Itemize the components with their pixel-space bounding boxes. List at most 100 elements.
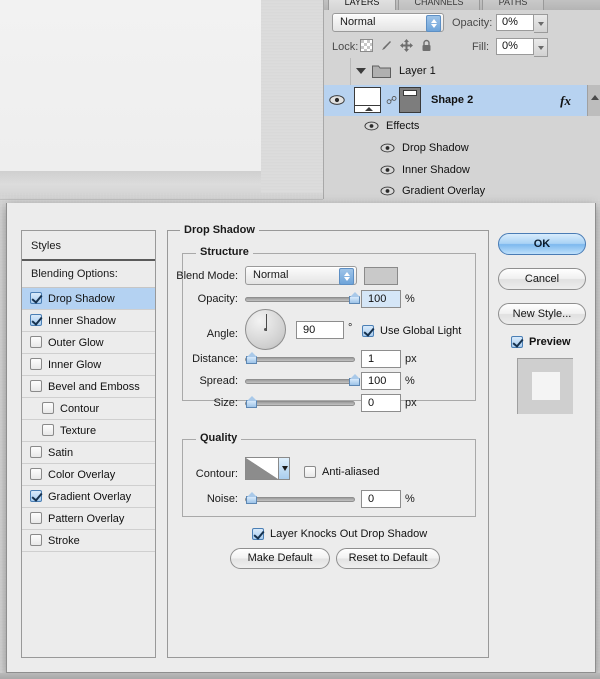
- make-default-button[interactable]: Make Default: [230, 548, 330, 569]
- distance-slider-track[interactable]: [245, 357, 355, 362]
- size-label: Size:: [213, 397, 238, 409]
- checkbox-stroke[interactable]: [30, 534, 42, 546]
- layer-row-shape2[interactable]: ☍ Shape 2 fx: [324, 85, 600, 117]
- brush-icon[interactable]: [380, 39, 393, 52]
- checkbox-inner-shadow[interactable]: [30, 314, 42, 326]
- styles-list-header[interactable]: Styles: [22, 231, 155, 261]
- angle-field[interactable]: 90: [296, 321, 344, 339]
- style-item-gradient-overlay[interactable]: Gradient Overlay: [22, 486, 155, 508]
- spread-slider-track[interactable]: [245, 379, 355, 384]
- tab-layers[interactable]: LAYERS: [328, 0, 396, 10]
- cancel-button[interactable]: Cancel: [498, 268, 586, 290]
- move-icon[interactable]: [400, 39, 413, 52]
- checkbox-outer-glow[interactable]: [30, 336, 42, 348]
- opacity-slider-thumb[interactable]: [349, 292, 360, 304]
- noise-field[interactable]: 0: [361, 490, 401, 508]
- checkbox-satin[interactable]: [30, 446, 42, 458]
- disclosure-triangle-icon[interactable]: [356, 68, 366, 74]
- folder-icon: [372, 63, 391, 78]
- noise-slider-thumb[interactable]: [246, 492, 257, 504]
- layers-panel-tabs: LAYERS CHANNELS PATHS: [324, 0, 600, 10]
- layer-mask-thumbnail[interactable]: [399, 87, 421, 113]
- effect-row-gradient-overlay[interactable]: Gradient Overlay: [324, 182, 600, 199]
- fill-field[interactable]: 0%: [496, 38, 534, 55]
- checkbox-anti-aliased[interactable]: [304, 466, 316, 478]
- distance-slider-thumb[interactable]: [246, 352, 257, 364]
- tab-channels[interactable]: CHANNELS: [398, 0, 480, 10]
- size-slider-track[interactable]: [245, 401, 355, 406]
- noise-slider-track[interactable]: [245, 497, 355, 502]
- style-item-label: Satin: [48, 447, 74, 459]
- checkbox-pattern-overlay[interactable]: [30, 512, 42, 524]
- eye-icon[interactable]: [364, 120, 379, 133]
- checkbox-texture[interactable]: [42, 424, 54, 436]
- effect-row-inner-shadow[interactable]: Inner Shadow: [324, 160, 600, 183]
- group-visibility-cell[interactable]: [324, 58, 351, 85]
- layers-opacity-field[interactable]: 0%: [496, 14, 534, 31]
- lock-icon[interactable]: [420, 39, 433, 52]
- layers-opacity-stepper[interactable]: [534, 14, 548, 33]
- new-style-button[interactable]: New Style...: [498, 303, 586, 325]
- ok-button[interactable]: OK: [498, 233, 586, 255]
- style-item-inner-glow[interactable]: Inner Glow: [22, 354, 155, 376]
- style-item-satin[interactable]: Satin: [22, 442, 155, 464]
- use-global-light-row[interactable]: Use Global Light: [362, 325, 461, 338]
- style-item-bevel-and-emboss[interactable]: Bevel and Emboss: [22, 376, 155, 398]
- distance-field[interactable]: 1: [361, 350, 401, 368]
- layer-knocks-out-row[interactable]: Layer Knocks Out Drop Shadow: [252, 528, 427, 541]
- blend-mode-select[interactable]: Normal: [245, 266, 357, 285]
- style-item-drop-shadow[interactable]: Drop Shadow: [22, 288, 155, 310]
- style-item-label: Inner Shadow: [48, 315, 116, 327]
- contour-preset-thumbnail[interactable]: [245, 457, 279, 480]
- fx-badge-icon[interactable]: fx: [560, 93, 571, 109]
- size-slider-thumb[interactable]: [246, 396, 257, 408]
- preview-shape: [532, 372, 560, 400]
- style-item-texture[interactable]: Texture: [22, 420, 155, 442]
- reset-to-default-button[interactable]: Reset to Default: [336, 548, 440, 569]
- checkbox-contour[interactable]: [42, 402, 54, 414]
- checkbox-preview[interactable]: [511, 336, 523, 348]
- checkbox-bevel-and-emboss[interactable]: [30, 380, 42, 392]
- checkbox-inner-glow[interactable]: [30, 358, 42, 370]
- fill-stepper[interactable]: [534, 38, 548, 57]
- checkbox-gradient-overlay[interactable]: [30, 490, 42, 502]
- style-item-inner-shadow[interactable]: Inner Shadow: [22, 310, 155, 332]
- eye-icon[interactable]: [380, 142, 395, 155]
- transparency-checker-icon[interactable]: [360, 39, 373, 52]
- shadow-color-swatch[interactable]: [364, 267, 398, 285]
- canvas-bottom-shadow: [0, 171, 261, 193]
- angle-dial[interactable]: [245, 309, 286, 350]
- eye-icon[interactable]: [329, 94, 345, 107]
- effect-row-drop-shadow[interactable]: Drop Shadow: [324, 138, 600, 161]
- opacity-slider-track[interactable]: [245, 297, 355, 302]
- eye-icon[interactable]: [380, 164, 395, 177]
- style-item-outer-glow[interactable]: Outer Glow: [22, 332, 155, 354]
- spread-slider-thumb[interactable]: [349, 374, 360, 386]
- checkbox-layer-knocks-out[interactable]: [252, 528, 264, 540]
- blending-options-item[interactable]: Blending Options: Custom: [22, 261, 155, 307]
- spread-field[interactable]: 100: [361, 372, 401, 390]
- effects-row[interactable]: Effects: [324, 116, 600, 139]
- eye-icon[interactable]: [380, 185, 395, 198]
- style-item-color-overlay[interactable]: Color Overlay: [22, 464, 155, 486]
- size-field[interactable]: 0: [361, 394, 401, 412]
- checkbox-drop-shadow[interactable]: [30, 292, 42, 304]
- anti-aliased-row[interactable]: Anti-aliased: [304, 466, 379, 479]
- noise-label: Noise:: [206, 493, 238, 505]
- style-item-pattern-overlay[interactable]: Pattern Overlay: [22, 508, 155, 530]
- scroll-up-arrow[interactable]: [587, 85, 600, 116]
- checkbox-color-overlay[interactable]: [30, 468, 42, 480]
- effects-label: Effects: [386, 120, 420, 132]
- style-item-stroke[interactable]: Stroke: [22, 530, 155, 552]
- contour-dropdown-button[interactable]: [279, 457, 290, 480]
- checkbox-use-global-light[interactable]: [362, 325, 374, 337]
- tab-paths[interactable]: PATHS: [482, 0, 544, 10]
- layer-thumbnail[interactable]: [354, 87, 381, 113]
- preview-row[interactable]: Preview: [511, 336, 571, 349]
- layers-blend-mode-value: Normal: [340, 16, 376, 28]
- link-icon[interactable]: ☍: [386, 94, 397, 108]
- layers-blend-mode-select[interactable]: Normal: [332, 13, 444, 32]
- style-item-contour[interactable]: Contour: [22, 398, 155, 420]
- opacity-field[interactable]: 100: [361, 290, 401, 308]
- layer-group-row[interactable]: Layer 1: [324, 58, 600, 86]
